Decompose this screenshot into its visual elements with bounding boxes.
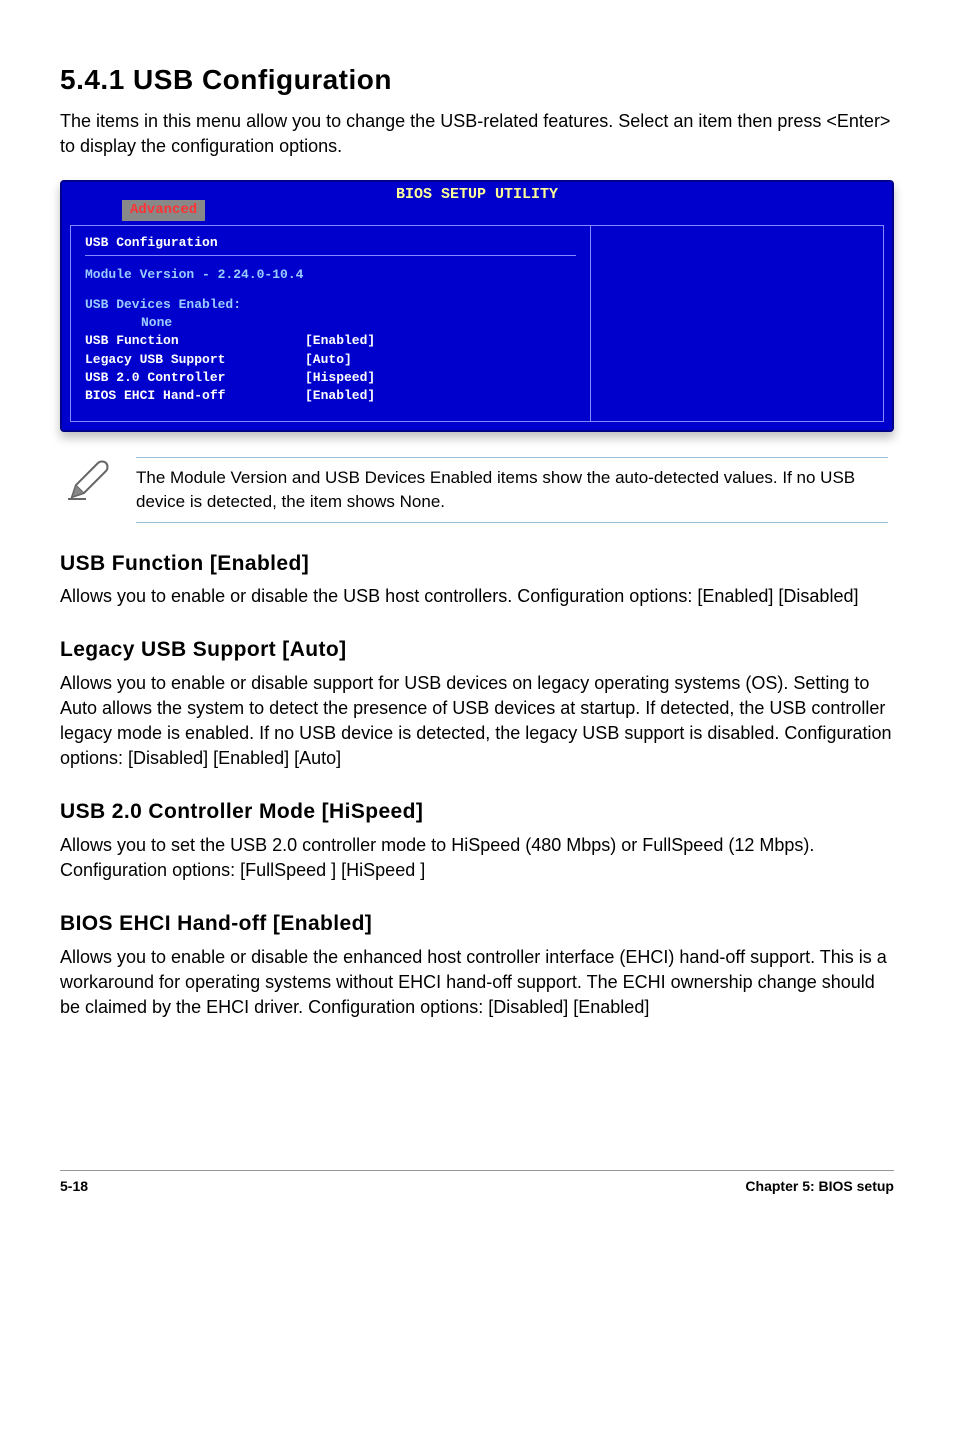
bios-panel-title: USB Configuration	[85, 234, 576, 256]
subsection-usb-function: USB Function [Enabled] Allows you to ena…	[60, 549, 894, 610]
bios-option-usb-function[interactable]: USB Function [Enabled]	[85, 332, 576, 350]
note-row: The Module Version and USB Devices Enabl…	[60, 457, 894, 523]
bios-option-label: USB Function	[85, 332, 305, 350]
bios-option-value: [Enabled]	[305, 332, 375, 350]
bios-option-value: [Auto]	[305, 351, 352, 369]
note-text: The Module Version and USB Devices Enabl…	[136, 457, 888, 523]
bios-header: BIOS SETUP UTILITY Advanced	[62, 182, 892, 207]
bios-option-label: BIOS EHCI Hand-off	[85, 387, 305, 405]
bios-option-legacy-usb[interactable]: Legacy USB Support [Auto]	[85, 351, 576, 369]
section-intro: The items in this menu allow you to chan…	[60, 109, 894, 159]
subsection-legacy-usb: Legacy USB Support [Auto] Allows you to …	[60, 635, 894, 771]
sub-body: Allows you to set the USB 2.0 controller…	[60, 833, 894, 883]
chapter-label: Chapter 5: BIOS setup	[745, 1177, 894, 1197]
bios-setup-panel: BIOS SETUP UTILITY Advanced USB Configur…	[60, 180, 894, 433]
subsection-bios-ehci-handoff: BIOS EHCI Hand-off [Enabled] Allows you …	[60, 909, 894, 1020]
bios-inner: USB Configuration Module Version - 2.24.…	[62, 207, 892, 431]
bios-left-panel: USB Configuration Module Version - 2.24.…	[70, 225, 591, 423]
bios-module-version: Module Version - 2.24.0-10.4	[85, 266, 576, 284]
bios-option-value: [Enabled]	[305, 387, 375, 405]
page-footer: 5-18 Chapter 5: BIOS setup	[60, 1170, 894, 1197]
bios-devices-label: USB Devices Enabled:	[85, 296, 576, 314]
bios-option-value: [Hispeed]	[305, 369, 375, 387]
bios-title: BIOS SETUP UTILITY	[396, 186, 558, 203]
sub-heading: BIOS EHCI Hand-off [Enabled]	[60, 909, 894, 938]
subsection-usb2-controller-mode: USB 2.0 Controller Mode [HiSpeed] Allows…	[60, 797, 894, 883]
bios-tab-advanced[interactable]: Advanced	[122, 200, 205, 222]
bios-option-usb2-controller[interactable]: USB 2.0 Controller [Hispeed]	[85, 369, 576, 387]
bios-option-label: Legacy USB Support	[85, 351, 305, 369]
sub-body: Allows you to enable or disable support …	[60, 671, 894, 772]
section-heading: 5.4.1 USB Configuration	[60, 60, 894, 99]
sub-heading: Legacy USB Support [Auto]	[60, 635, 894, 664]
note-pencil-icon	[66, 457, 112, 503]
bios-option-label: USB 2.0 Controller	[85, 369, 305, 387]
bios-option-ehci-handoff[interactable]: BIOS EHCI Hand-off [Enabled]	[85, 387, 576, 405]
sub-body: Allows you to enable or disable the enha…	[60, 945, 894, 1021]
sub-heading: USB Function [Enabled]	[60, 549, 894, 578]
page-number: 5-18	[60, 1177, 88, 1197]
sub-body: Allows you to enable or disable the USB …	[60, 584, 894, 609]
bios-right-panel	[591, 225, 884, 423]
sub-heading: USB 2.0 Controller Mode [HiSpeed]	[60, 797, 894, 826]
bios-devices-value: None	[141, 314, 576, 332]
